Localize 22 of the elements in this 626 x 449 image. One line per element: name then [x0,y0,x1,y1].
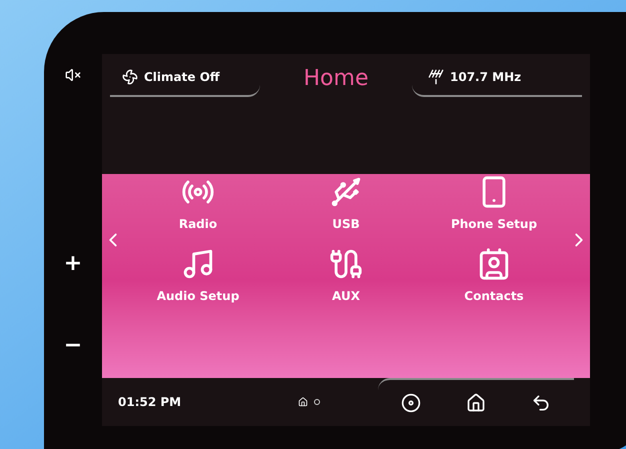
back-icon[interactable] [531,393,552,413]
usb-drive-icon [329,175,363,209]
app-tile[interactable]: USB [272,175,420,233]
contact-book-icon [477,247,511,281]
volume-up-button[interactable]: + [64,253,82,275]
fan-icon [122,69,138,85]
app-tile[interactable]: Phone Setup [420,175,568,233]
app-tile[interactable]: Contacts [420,247,568,305]
page-title: Home [302,64,370,92]
radio-station-button[interactable]: 107.7 MHz [412,59,582,97]
climate-button[interactable]: Climate Off [110,59,260,97]
mute-icon[interactable] [65,67,81,83]
cable-plug-icon [329,247,363,281]
app-tile[interactable]: Radio [124,175,272,233]
volume-down-button[interactable]: − [64,335,82,357]
antenna-icon [428,69,444,85]
home-icon[interactable] [466,393,486,413]
clock-time: 01:52 PM [118,394,182,411]
disc-icon[interactable] [400,393,421,413]
app-tile[interactable]: Audio Setup [124,247,272,305]
music-icon [181,247,215,281]
app-tile[interactable]: AUX [272,247,420,305]
